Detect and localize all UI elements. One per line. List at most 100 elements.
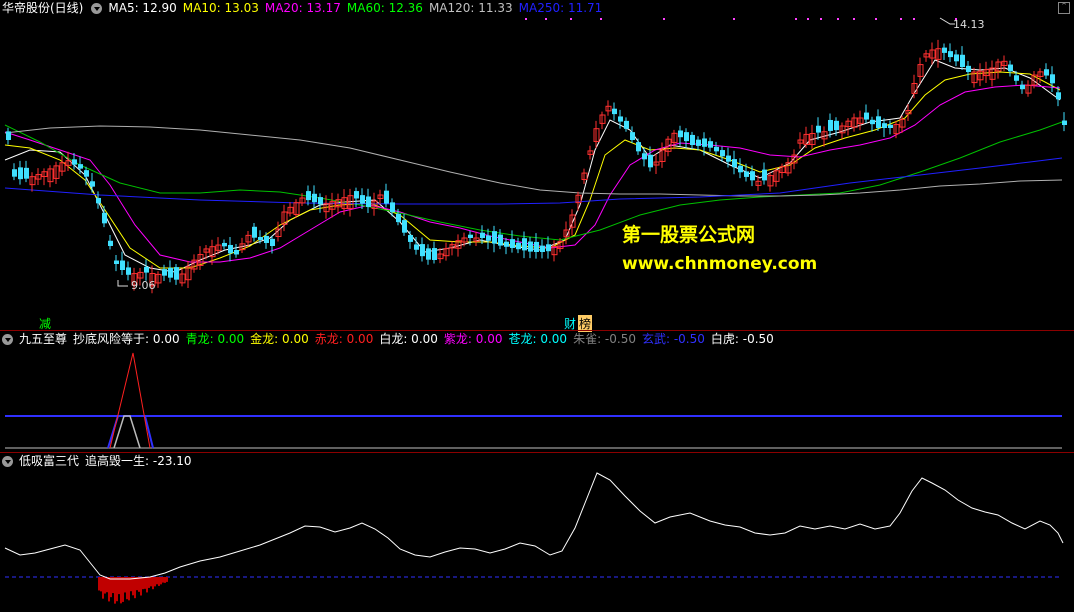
histogram-bar [164,577,166,583]
candlestick-chart[interactable] [0,0,1074,330]
candle-body [816,125,821,133]
candle-body [84,170,89,177]
signal-dot [820,18,822,20]
histogram-bar [134,577,136,599]
candle-body [6,131,11,140]
candle-body [714,146,719,152]
low-price-label: 9.06 [131,279,156,292]
signal-dot [807,18,809,20]
histogram-bar [104,577,106,594]
main-chart-panel[interactable]: 华帝股份(日线) MA5: 12.90 MA10: 13.03 MA20: 13… [0,0,1074,332]
signal-dot [600,18,602,20]
candle-body [534,241,539,252]
candle-body [624,120,629,129]
candle-body [1050,74,1055,84]
signal-dot [733,18,735,20]
candle-body [420,244,425,257]
candle-body [480,232,485,238]
candle-body [744,171,749,177]
candle-body [498,234,503,246]
histogram-bar [144,577,146,589]
candle-body [954,54,959,62]
histogram-bar [122,577,124,602]
candle-body [960,54,965,67]
candle-body [486,235,491,241]
watermark-url: www.chnmoney.com [622,254,818,274]
histogram-bar [148,577,150,588]
candle-body [108,240,113,246]
candle-body [630,132,635,140]
candle-body [528,241,533,252]
signal-dot [525,18,527,20]
candle-body [24,167,29,179]
candle-body [432,248,437,260]
signal-dot [570,18,572,20]
histogram-bar [120,577,122,604]
signal-dot [663,18,665,20]
candle-body [726,155,731,162]
candle-body [306,191,311,201]
candle-body [366,196,371,207]
candle-body [702,138,707,147]
histogram-bar [156,577,158,585]
candle-body [426,248,431,260]
candle-body [678,130,683,138]
histogram-bar [132,577,134,596]
candle-body [402,220,407,233]
histogram-bar [150,577,152,587]
candle-body [636,142,641,152]
signal-dot [837,18,839,20]
candle-body [144,266,149,273]
candle-body [540,245,545,252]
candle-body [90,181,95,187]
candle-body [1056,92,1061,100]
candle-body [708,141,713,148]
candle-body [750,171,755,181]
candle-body [384,190,389,204]
signal-dot [913,18,915,20]
candle-body [876,116,881,128]
indicator1-plot[interactable] [0,331,1074,452]
candle-body [612,108,617,115]
indicator1-panel[interactable]: 九五至尊 抄底风险等于: 0.00 青龙: 0.00 金龙: 0.00 赤龙: … [0,331,1074,452]
histogram-bar [98,577,100,591]
candle-body [888,124,893,128]
histogram-bar [126,577,128,600]
candle-body [162,269,167,276]
ma60-line [4,121,1063,241]
candle-body [1020,84,1025,90]
ma250-line [4,157,1063,205]
candle-body [126,267,131,275]
candle-body [690,134,695,145]
candle-body [504,241,509,247]
candle-body [1008,64,1013,72]
signal-dot [795,18,797,20]
histogram-bar [110,577,112,598]
histogram-bar [140,577,142,596]
signal-dot [900,18,902,20]
candle-body [228,244,233,254]
candle-body [642,153,647,160]
indicator2-plot[interactable] [0,453,1074,612]
histogram-bar [154,577,156,587]
candle-body [264,235,269,243]
candle-body [1062,120,1067,125]
candle-body [762,169,767,181]
histogram-bar [160,577,162,585]
candle-body [468,234,473,238]
signal-dot [853,18,855,20]
candle-body [882,123,887,128]
signal-dot [545,18,547,20]
candle-body [252,226,257,238]
high-price-label: 14.13 [953,18,985,31]
candle-body [942,47,947,53]
ma10-line [4,71,1061,269]
histogram-bar [152,577,154,590]
indicator2-panel[interactable]: 低吸富三代 追高毁一生: -23.10 [0,453,1074,612]
candle-body [966,65,971,72]
candle-body [948,51,953,58]
candle-body [12,169,17,177]
histogram-bar [136,577,138,591]
histogram-bar [118,577,120,595]
histogram-bar [108,577,110,602]
